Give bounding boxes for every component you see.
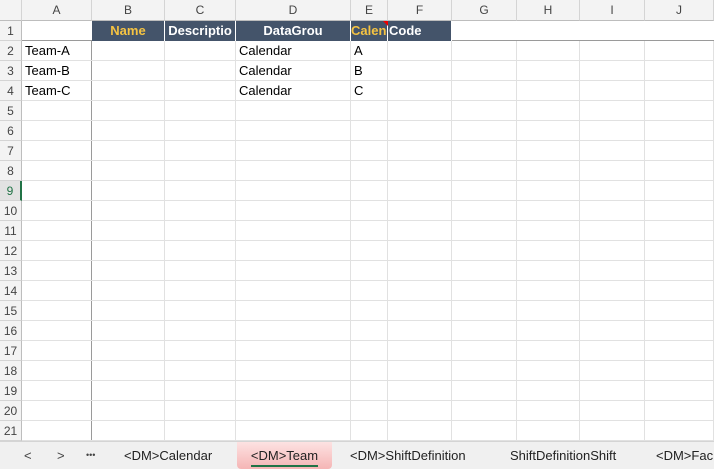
gridline [22,180,714,181]
gridline [451,41,452,441]
gridline [22,340,714,341]
row-header-9[interactable]: 9 [0,181,22,201]
cell-name[interactable]: Team-B [22,61,92,81]
gridline [22,400,714,401]
gridline [22,360,714,361]
row-header-11[interactable]: 11 [0,221,22,241]
gridline [22,420,714,421]
tab-dm-team[interactable]: <DM>Team [237,442,332,469]
gridline [164,41,165,441]
header-cell-name[interactable]: Name [92,21,165,41]
gridline [350,41,351,441]
cell-code[interactable]: C [351,81,388,101]
tab-dm-shiftdefinition[interactable]: <DM>ShiftDefinition [350,442,466,469]
row-header-18[interactable]: 18 [0,361,22,381]
gridline [644,41,645,441]
gridline [22,240,714,241]
gridline [22,160,714,161]
row-header-1[interactable]: 1 [0,21,22,41]
sheet-tab-bar: < > ••• <DM>Calendar <DM>Team <DM>ShiftD… [0,441,714,469]
column-header-e[interactable]: E [351,0,388,21]
row-header-16[interactable]: 16 [0,321,22,341]
more-sheets-button[interactable]: ••• [86,442,95,469]
column-header-g[interactable]: G [452,0,517,21]
row-header-19[interactable]: 19 [0,381,22,401]
cell-calendar[interactable]: Calendar [236,81,351,101]
tab-dm-fac[interactable]: <DM>Fac [656,442,713,469]
gridline [22,300,714,301]
gridline [22,380,714,381]
cell-name[interactable]: Team-A [22,41,92,61]
gridline [22,120,714,121]
comment-indicator-icon [383,21,388,26]
column-header-d[interactable]: D [236,0,351,21]
column-header-b[interactable]: B [92,0,165,21]
gridline [387,41,388,441]
row-header-17[interactable]: 17 [0,341,22,361]
cell-code[interactable]: B [351,61,388,81]
column-header-a[interactable]: A [22,0,92,21]
row-header-13[interactable]: 13 [0,261,22,281]
gridline [22,320,714,321]
row-header-15[interactable]: 15 [0,301,22,321]
row-header-6[interactable]: 6 [0,121,22,141]
row-header-8[interactable]: 8 [0,161,22,181]
gridline [579,41,580,441]
row-header-5[interactable]: 5 [0,101,22,121]
gridline [91,41,92,441]
row-header-14[interactable]: 14 [0,281,22,301]
column-header-j[interactable]: J [645,0,714,21]
row-header-2[interactable]: 2 [0,41,22,61]
column-header-h[interactable]: H [517,0,580,21]
spreadsheet-grid[interactable]: A B C D E F G H I J 1 2 3 4 5 6 7 8 9 10 11 12 13 14 15 16 17 18 19 2… [0,0,714,441]
gridline [22,260,714,261]
row-header-7[interactable]: 7 [0,141,22,161]
select-all-corner[interactable] [0,0,22,21]
column-header-f[interactable]: F [388,0,452,21]
cell-code[interactable]: A [351,41,388,61]
header-cell-description[interactable]: Descriptio [165,21,236,41]
row-header-3[interactable]: 3 [0,61,22,81]
gridline [235,41,236,441]
header-cell-datagroup[interactable]: DataGrou [236,21,351,41]
row-header-20[interactable]: 20 [0,401,22,421]
next-sheet-button[interactable]: > [57,442,65,469]
prev-sheet-button[interactable]: < [24,442,32,469]
gridline [516,41,517,441]
column-header-i[interactable]: I [580,0,645,21]
row-header-4[interactable]: 4 [0,81,22,101]
cell-name[interactable]: Team-C [22,81,92,101]
gridline [22,140,714,141]
gridline [22,200,714,201]
tab-label: <DM>Team [250,448,319,467]
cell-calendar[interactable]: Calendar [236,41,351,61]
column-header-c[interactable]: C [165,0,236,21]
row-header-12[interactable]: 12 [0,241,22,261]
tab-dm-calendar[interactable]: <DM>Calendar [124,442,212,469]
gridline [22,280,714,281]
gridline [22,220,714,221]
row-header-10[interactable]: 10 [0,201,22,221]
cell-calendar[interactable]: Calendar [236,61,351,81]
row-header-21[interactable]: 21 [0,421,22,441]
tab-shiftdefinitionshift[interactable]: ShiftDefinitionShift [510,442,616,469]
header-cell-code[interactable]: Code [388,21,452,41]
